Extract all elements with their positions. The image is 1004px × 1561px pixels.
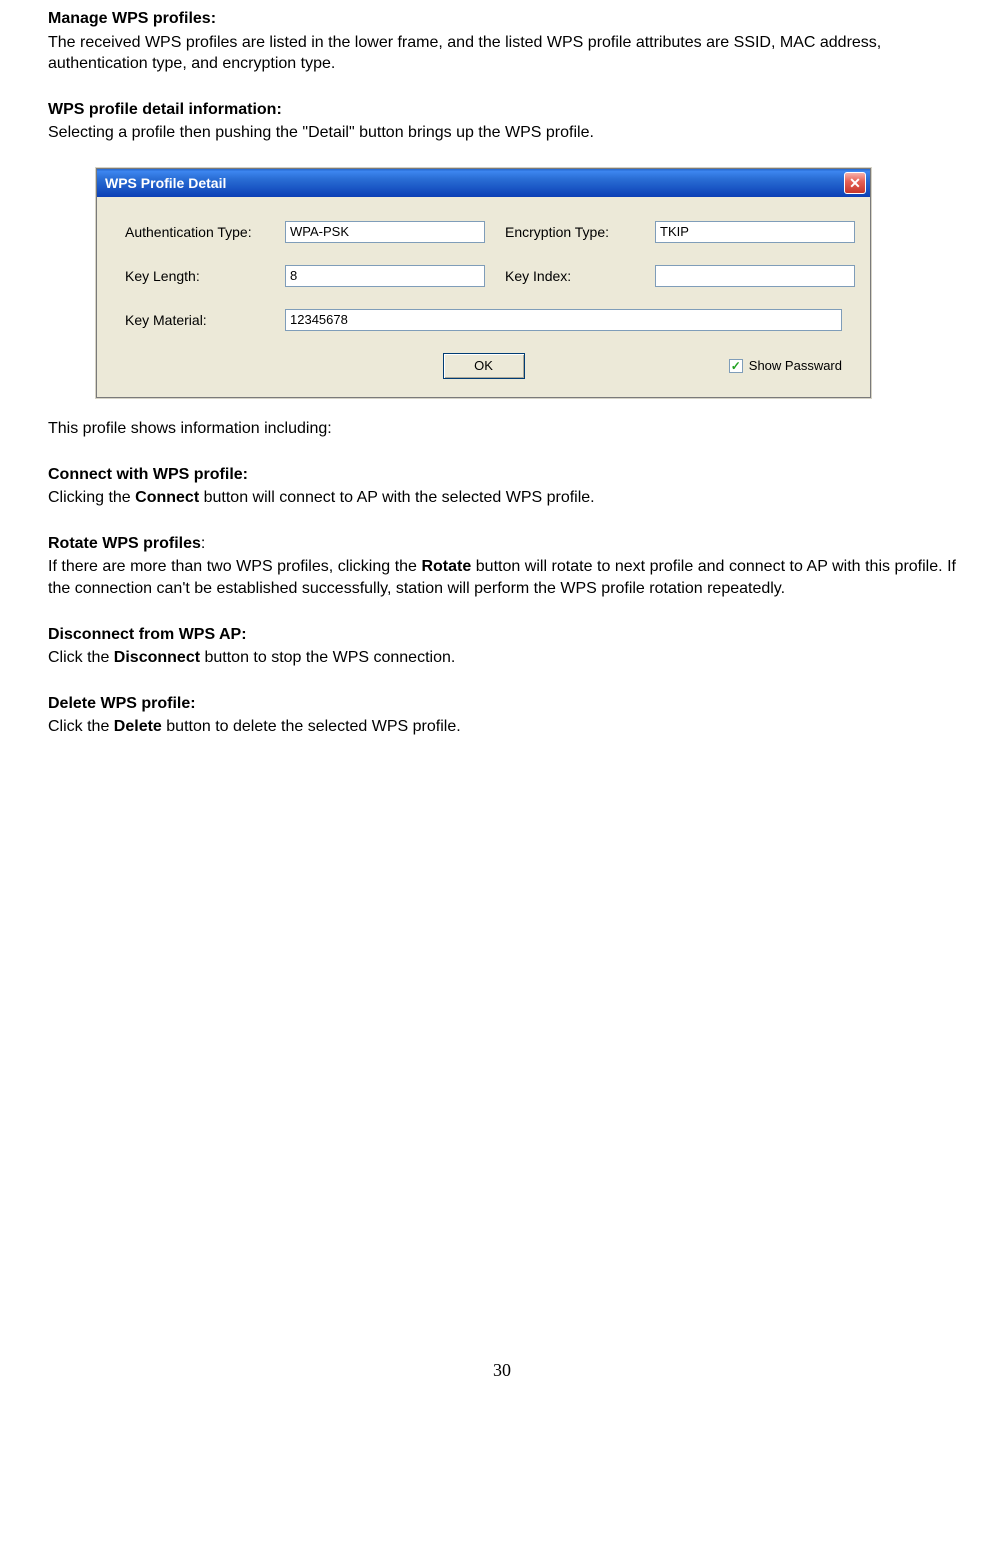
heading-delete: Delete WPS profile: xyxy=(48,693,956,715)
text: If there are more than two WPS profiles,… xyxy=(48,558,421,575)
show-password-checkbox[interactable]: ✓ xyxy=(729,359,743,373)
paragraph-connect: Clicking the Connect button will connect… xyxy=(48,487,956,509)
input-auth-type[interactable] xyxy=(285,221,485,243)
paragraph-manage: The received WPS profiles are listed in … xyxy=(48,32,956,75)
paragraph-delete: Click the Delete button to delete the se… xyxy=(48,716,956,738)
page-number: 30 xyxy=(48,1358,956,1382)
ok-button[interactable]: OK xyxy=(443,353,525,379)
input-key-index[interactable] xyxy=(655,265,855,287)
connect-bold: Connect xyxy=(135,489,199,506)
disconnect-bold: Disconnect xyxy=(114,649,200,666)
label-enc-type: Encryption Type: xyxy=(505,223,635,242)
heading-detail-info: WPS profile detail information: xyxy=(48,99,956,121)
label-key-index: Key Index: xyxy=(505,267,635,286)
text: : xyxy=(201,535,205,552)
dialog-body: Authentication Type: Encryption Type: Ke… xyxy=(97,197,870,397)
text: Clicking the xyxy=(48,489,135,506)
dialog-button-row: OK ✓ Show Passward xyxy=(125,353,842,379)
paragraph-disconnect: Click the Disconnect button to stop the … xyxy=(48,647,956,669)
paragraph-rotate: If there are more than two WPS profiles,… xyxy=(48,556,956,599)
show-password-label: Show Passward xyxy=(749,357,842,375)
close-button[interactable]: ✕ xyxy=(844,172,866,194)
rotate-bold: Rotate xyxy=(421,558,471,575)
paragraph-profile-includes: This profile shows information including… xyxy=(48,418,956,440)
input-enc-type[interactable] xyxy=(655,221,855,243)
text: button will connect to AP with the selec… xyxy=(199,489,594,506)
label-key-material: Key Material: xyxy=(125,311,265,330)
paragraph-detail-info: Selecting a profile then pushing the "De… xyxy=(48,122,956,144)
key-material-row: Key Material: xyxy=(125,309,842,331)
heading-manage: Manage WPS profiles: xyxy=(48,8,956,30)
show-password-group[interactable]: ✓ Show Passward xyxy=(729,357,842,375)
delete-bold: Delete xyxy=(114,718,162,735)
page-content: Manage WPS profiles: The received WPS pr… xyxy=(48,8,956,1382)
text: Rotate WPS profiles xyxy=(48,535,201,552)
label-key-length: Key Length: xyxy=(125,267,265,286)
text: Click the xyxy=(48,718,114,735)
dialog-title: WPS Profile Detail xyxy=(105,174,226,193)
text: Click the xyxy=(48,649,114,666)
input-key-material[interactable] xyxy=(285,309,842,331)
heading-rotate: Rotate WPS profiles: xyxy=(48,533,956,555)
input-key-length[interactable] xyxy=(285,265,485,287)
dialog-titlebar: WPS Profile Detail ✕ xyxy=(97,169,870,197)
heading-disconnect: Disconnect from WPS AP: xyxy=(48,624,956,646)
wps-profile-detail-dialog-wrap: WPS Profile Detail ✕ Authentication Type… xyxy=(96,168,871,398)
form-grid: Authentication Type: Encryption Type: Ke… xyxy=(125,221,842,287)
heading-connect: Connect with WPS profile: xyxy=(48,464,956,486)
label-auth-type: Authentication Type: xyxy=(125,223,265,242)
close-icon: ✕ xyxy=(849,174,861,193)
wps-profile-detail-dialog: WPS Profile Detail ✕ Authentication Type… xyxy=(96,168,871,398)
text: button to delete the selected WPS profil… xyxy=(162,718,461,735)
check-icon: ✓ xyxy=(731,360,741,372)
text: button to stop the WPS connection. xyxy=(200,649,455,666)
